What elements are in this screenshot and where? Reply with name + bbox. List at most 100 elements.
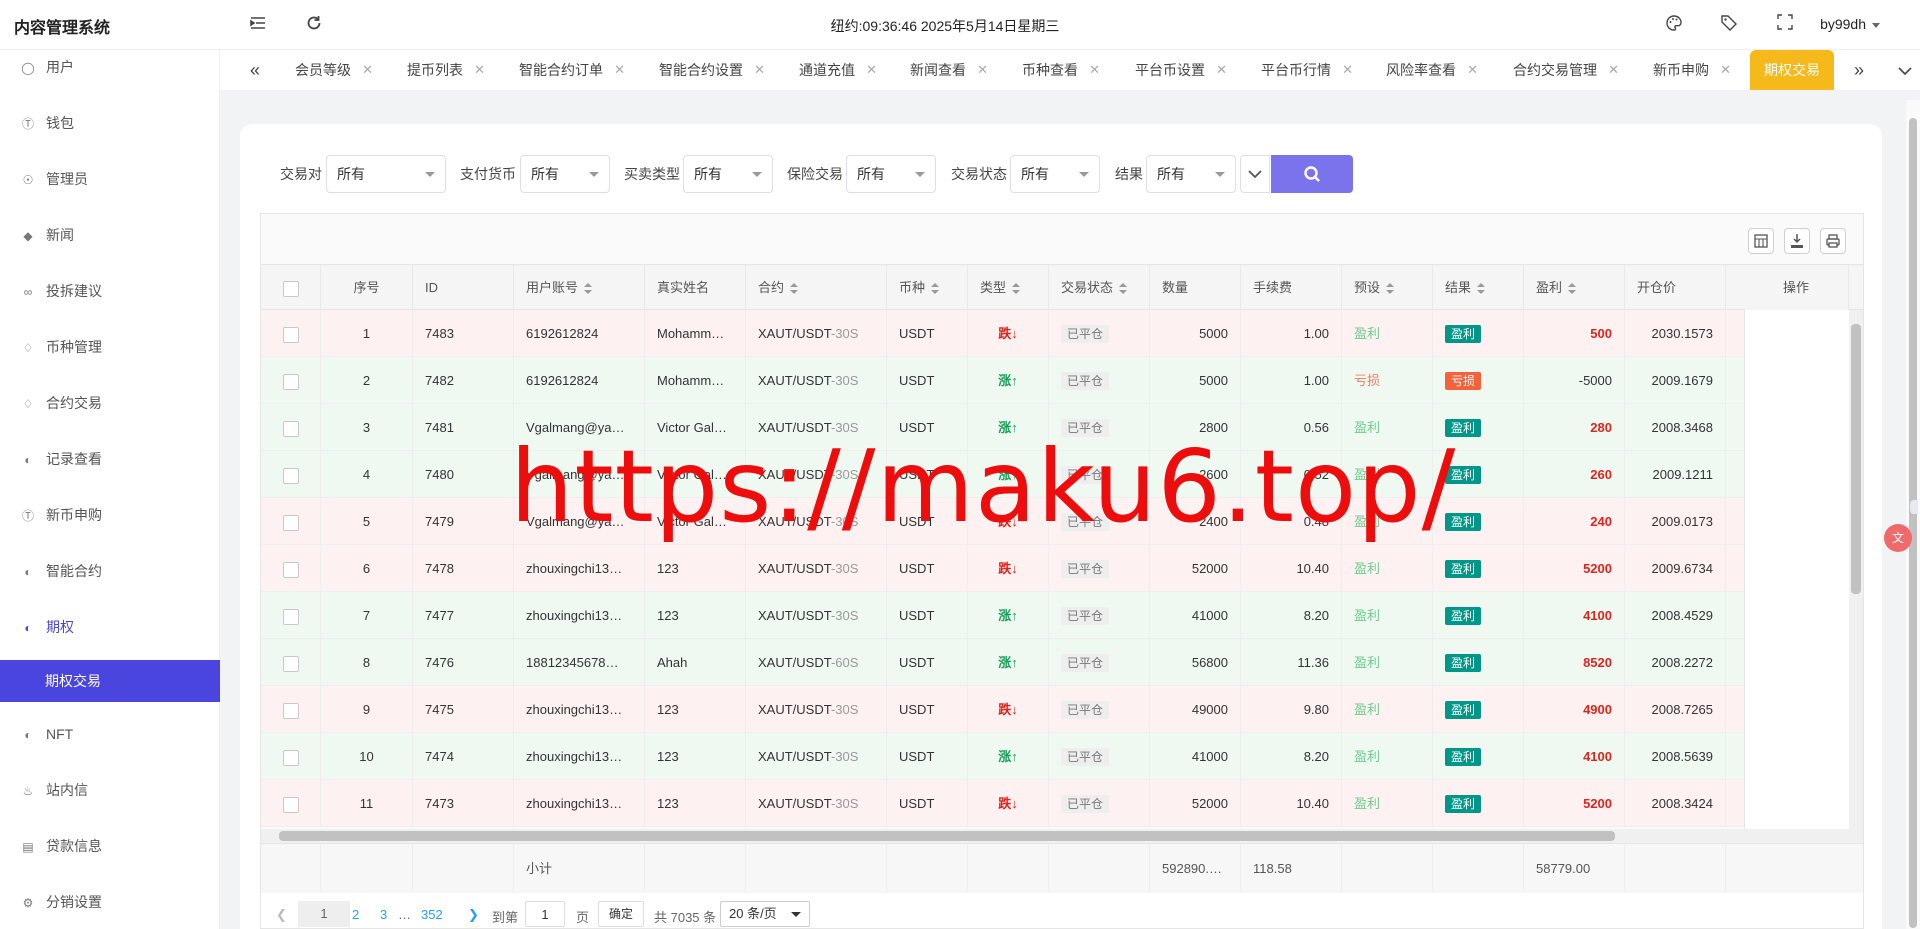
export-button[interactable] <box>1784 228 1810 254</box>
tab-risk-rate[interactable]: 风险率查看 ✕ <box>1386 50 1478 90</box>
select-all-checkbox[interactable] <box>282 280 299 297</box>
row-checkbox[interactable] <box>282 561 299 578</box>
column-header-type[interactable]: 类型 <box>968 265 1049 311</box>
close-icon[interactable]: ✕ <box>1467 50 1478 90</box>
table-row[interactable]: 8 7476 18812345678… Ahah XAUT/USDT-60S USDT 涨↑… <box>261 639 1849 686</box>
column-header-contract[interactable]: 合约 <box>746 265 887 311</box>
sidebar-item-news[interactable]: ◆ 新闻 <box>0 214 220 256</box>
pagination-current-page[interactable]: 1 <box>298 901 350 927</box>
tabs-menu-chevron-down-icon[interactable] <box>1890 50 1920 90</box>
sidebar-item-smart-contract[interactable]: ◐ 智能合约 <box>0 550 220 592</box>
row-checkbox[interactable] <box>282 514 299 531</box>
table-horizontal-scrollbar[interactable] <box>261 829 1863 843</box>
filter-select-pair[interactable]: 所有 <box>326 155 446 193</box>
filter-select-pay-currency[interactable]: 所有 <box>520 155 610 193</box>
sort-icon[interactable] <box>1568 282 1577 295</box>
table-row[interactable]: 10 7474 zhouxingchi13… 123 XAUT/USDT-30S USDT… <box>261 733 1849 780</box>
tab-withdraw-list[interactable]: 提币列表 ✕ <box>407 50 485 90</box>
column-header-account[interactable]: 用户账号 <box>514 265 645 311</box>
table-row[interactable]: 2 7482 6192612824 Mohamm… XAUT/USDT-30S USDT 涨… <box>261 357 1849 404</box>
scrollbar-thumb[interactable] <box>279 831 1615 841</box>
scrollbar-thumb[interactable] <box>1909 118 1917 928</box>
palette-icon[interactable] <box>1664 14 1684 34</box>
page-vertical-scrollbar[interactable] <box>1906 100 1920 929</box>
sidebar-item-distribution[interactable]: ⚙ 分销设置 <box>0 881 220 923</box>
table-row[interactable]: 7 7477 zhouxingchi13… 123 XAUT/USDT-30S USDT 涨… <box>261 592 1849 639</box>
sidebar-item-wallet[interactable]: Ⓣ 钱包 <box>0 102 220 144</box>
close-icon[interactable]: ✕ <box>1608 50 1619 90</box>
sidebar-item-contract-trade[interactable]: ♢ 合约交易 <box>0 382 220 424</box>
tab-platform-coin[interactable]: 平台币设置 ✕ <box>1135 50 1227 90</box>
close-icon[interactable]: ✕ <box>754 50 765 90</box>
row-checkbox[interactable] <box>282 467 299 484</box>
column-header-status[interactable]: 交易状态 <box>1049 265 1150 311</box>
tab-channel-recharge[interactable]: 通道充值 ✕ <box>799 50 877 90</box>
pagination-confirm-button[interactable]: 确定 <box>598 901 644 927</box>
tab-smart-settings[interactable]: 智能合约设置 ✕ <box>659 50 765 90</box>
sidebar-item-coin-manage[interactable]: ♢ 币种管理 <box>0 326 220 368</box>
tab-news-view[interactable]: 新闻查看 ✕ <box>910 50 988 90</box>
row-checkbox[interactable] <box>282 702 299 719</box>
table-row[interactable]: 4 7480 Vgalmang@ya… Victor Gal… XAUT/USDT-30… <box>261 451 1849 498</box>
pagination-last-page[interactable]: 352 <box>421 907 443 922</box>
sort-icon[interactable] <box>1477 282 1486 295</box>
close-icon[interactable]: ✕ <box>1720 50 1731 90</box>
filter-select-insurance[interactable]: 所有 <box>846 155 936 193</box>
tag-icon[interactable] <box>1719 14 1739 34</box>
pagination-page-3[interactable]: 3 <box>380 907 387 922</box>
row-checkbox[interactable] <box>282 373 299 390</box>
pagination-goto-input[interactable] <box>525 901 565 927</box>
sort-icon[interactable] <box>1119 282 1128 295</box>
scrollbar-thumb[interactable] <box>1851 324 1861 594</box>
sort-icon[interactable] <box>1386 282 1395 295</box>
column-filter-button[interactable] <box>1748 228 1774 254</box>
user-menu[interactable]: by99dh <box>1820 16 1880 32</box>
prev-page-icon[interactable]: ❮ <box>276 907 287 923</box>
table-vertical-scrollbar[interactable] <box>1849 310 1863 829</box>
table-row[interactable]: 5 7479 Vgalmang@ya… Victor Gal… XAUT/USDT-30… <box>261 498 1849 545</box>
sidebar-item-options[interactable]: ◐ 期权 <box>0 606 220 648</box>
tab-contract-manage[interactable]: 合约交易管理 ✕ <box>1513 50 1619 90</box>
close-icon[interactable]: ✕ <box>1342 50 1353 90</box>
fullscreen-icon[interactable] <box>1775 14 1795 34</box>
table-row[interactable]: 3 7481 Vgalmang@ya… Victor Gal… XAUT/USDT-30… <box>261 404 1849 451</box>
close-icon[interactable]: ✕ <box>1216 50 1227 90</box>
close-icon[interactable]: ✕ <box>362 50 373 90</box>
row-checkbox[interactable] <box>282 326 299 343</box>
sort-icon[interactable] <box>584 282 593 295</box>
close-icon[interactable]: ✕ <box>614 50 625 90</box>
sort-icon[interactable] <box>931 282 940 295</box>
tab-smart-orders[interactable]: 智能合约订单 ✕ <box>519 50 625 90</box>
row-checkbox[interactable] <box>282 796 299 813</box>
row-checkbox[interactable] <box>282 608 299 625</box>
expand-filters-button[interactable] <box>1240 155 1270 193</box>
table-row[interactable]: 9 7475 zhouxingchi13… 123 XAUT/USDT-30S USDT 跌… <box>261 686 1849 733</box>
sidebar-subitem-options-trade[interactable]: 期权交易 <box>0 660 220 702</box>
table-row[interactable]: 11 7473 zhouxingchi13… 123 XAUT/USDT-30S USDT… <box>261 780 1849 827</box>
row-checkbox[interactable] <box>282 655 299 672</box>
row-checkbox[interactable] <box>282 749 299 766</box>
print-button[interactable] <box>1820 228 1846 254</box>
filter-select-side[interactable]: 所有 <box>683 155 773 193</box>
sort-icon[interactable] <box>790 282 799 295</box>
column-header-result[interactable]: 结果 <box>1433 265 1524 311</box>
filter-select-status[interactable]: 所有 <box>1010 155 1100 193</box>
sidebar-item-messages[interactable]: ♨ 站内信 <box>0 769 220 811</box>
sidebar-item-suggestions[interactable]: ∞ 投拆建议 <box>0 270 220 312</box>
close-icon[interactable]: ✕ <box>474 50 485 90</box>
tab-platform-market[interactable]: 平台币行情 ✕ <box>1261 50 1353 90</box>
sort-icon[interactable] <box>1012 282 1021 295</box>
translate-icon[interactable]: 文 <box>1884 524 1912 552</box>
column-header-profit[interactable]: 盈利 <box>1524 265 1625 311</box>
tab-new-coin[interactable]: 新币申购 ✕ <box>1653 50 1731 90</box>
close-icon[interactable]: ✕ <box>866 50 877 90</box>
search-button[interactable] <box>1271 155 1353 193</box>
close-icon[interactable]: ✕ <box>977 50 988 90</box>
filter-select-result[interactable]: 所有 <box>1146 155 1236 193</box>
pagination-page-2[interactable]: 2 <box>352 907 359 922</box>
row-checkbox[interactable] <box>282 420 299 437</box>
tab-options-trade[interactable]: 期权交易 <box>1750 50 1834 90</box>
next-page-icon[interactable]: ❯ <box>468 907 479 923</box>
tab-member-level[interactable]: 会员等级 ✕ <box>295 50 373 90</box>
tab-coin-view[interactable]: 币种查看 ✕ <box>1022 50 1100 90</box>
